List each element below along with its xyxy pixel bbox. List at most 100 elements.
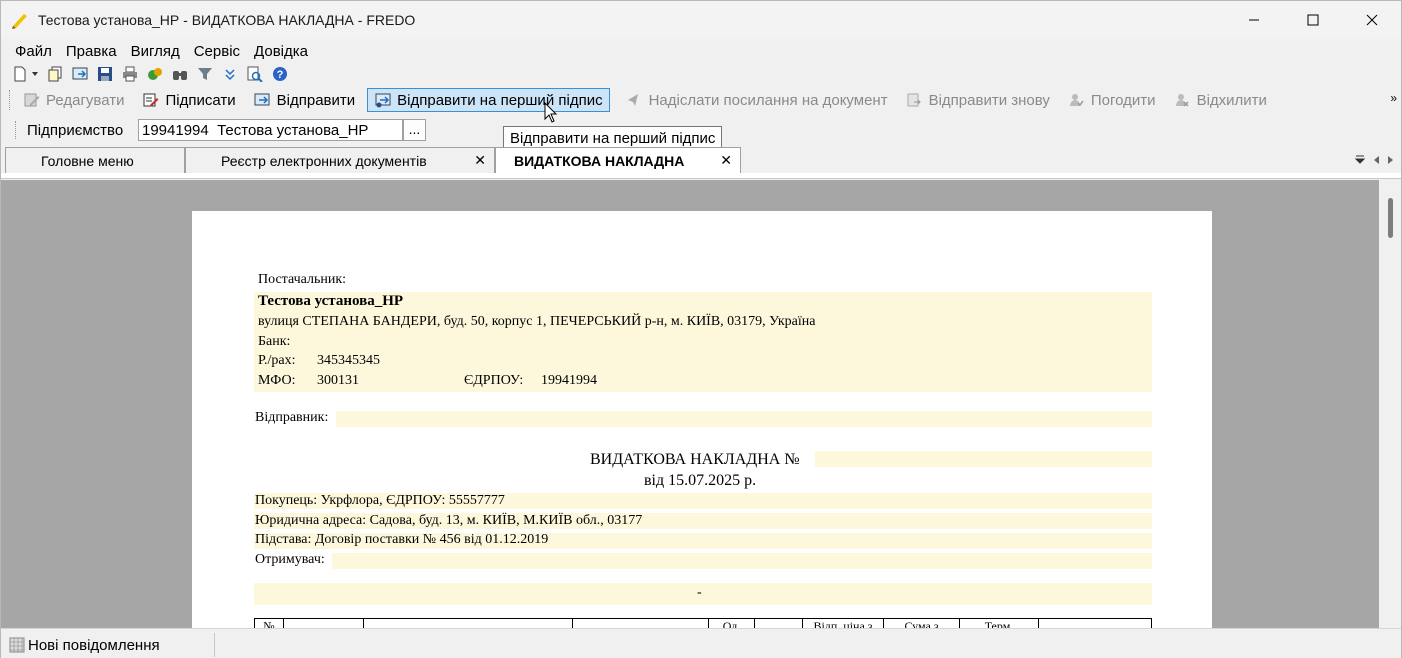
maximize-button[interactable] <box>1284 1 1342 39</box>
tab-main-menu[interactable]: Головне меню <box>5 147 185 173</box>
send-link-button[interactable]: Надіслати посилання на документ <box>620 88 894 112</box>
close-button[interactable] <box>1343 1 1401 39</box>
filter-icon[interactable] <box>196 65 214 83</box>
menu-bar: Файл Правка Вигляд Сервіс Довідка <box>1 39 1401 63</box>
send-first-sign-button-label: Відправити на перший підпис <box>397 91 603 109</box>
app-window: Тестова установа_НР - ВИДАТКОВА НАКЛАДНА… <box>0 0 1402 658</box>
menu-help[interactable]: Довідка <box>247 43 315 60</box>
new-messages-label: Нові повідомлення <box>28 636 160 654</box>
edit-icon <box>23 92 40 109</box>
vertical-scrollbar[interactable] <box>1379 180 1401 606</box>
menu-view[interactable]: Вигляд <box>124 43 187 60</box>
goods-table-header: № Од. Відп. ціна з Сума з Терм. <box>254 618 1152 628</box>
edit-button[interactable]: Редагувати <box>17 88 131 112</box>
supplier-label: Постачальник: <box>258 272 347 287</box>
preview-icon[interactable] <box>246 65 264 83</box>
copy-doc-icon[interactable] <box>46 65 64 83</box>
tab-label: Реєстр електронних документів <box>221 152 427 169</box>
toolbar-grip <box>15 121 19 139</box>
table-header-cell <box>754 619 802 628</box>
send-link-button-label: Надіслати посилання на документ <box>648 91 888 109</box>
expand-icon[interactable] <box>221 65 239 83</box>
menu-service[interactable]: Сервіс <box>187 43 247 60</box>
table-header-cell: № <box>254 619 283 628</box>
buyer-line: Покупець: Укрфлора, ЄДРПОУ: 55557777 <box>255 493 505 508</box>
status-bar: Нові повідомлення <box>1 628 1401 658</box>
enterprise-field[interactable]: 19941994 Тестова установа_НР <box>138 119 403 141</box>
close-tab-icon[interactable]: ✕ <box>474 152 486 169</box>
window-title: Тестова установа_НР - ВИДАТКОВА НАКЛАДНА… <box>38 12 416 28</box>
tab-e-docs-registry[interactable]: Реєстр електронних документів ✕ <box>185 147 495 173</box>
document-page: Постачальник: Тестова установа_НР вулиця… <box>192 211 1212 628</box>
fredo-logo-icon <box>11 11 29 29</box>
sign-icon <box>143 92 160 109</box>
minimize-button[interactable] <box>1225 1 1283 39</box>
edrpou-label: ЄДРПОУ: <box>464 373 524 388</box>
table-header-cell <box>363 619 572 628</box>
reject-button[interactable]: Відхилити <box>1168 88 1273 112</box>
open-icon[interactable] <box>71 65 89 83</box>
resend-button-label: Відправити знову <box>928 91 1050 109</box>
send-icon <box>254 92 271 109</box>
tab-scroll-left-icon[interactable] <box>1372 155 1380 168</box>
account-value: 345345345 <box>317 353 380 368</box>
sender-label: Відправник: <box>255 410 329 425</box>
tab-invoice[interactable]: ВИДАТКОВА НАКЛАДНА ✕ <box>495 147 741 174</box>
enterprise-browse-button[interactable]: ... <box>403 119 426 141</box>
reject-icon <box>1174 92 1191 109</box>
table-header-cell: Терм. <box>959 619 1038 628</box>
toolbar-grip <box>9 90 13 110</box>
export-icon[interactable] <box>146 65 164 83</box>
table-header-cell: Сума з <box>883 619 959 628</box>
dropdown-icon[interactable] <box>31 65 39 83</box>
close-tab-icon[interactable]: ✕ <box>720 152 732 169</box>
save-icon[interactable] <box>96 65 114 83</box>
send-first-sign-icon <box>374 92 391 109</box>
tab-underline <box>1 173 1401 179</box>
resend-button[interactable]: Відправити знову <box>900 88 1056 112</box>
legal-address-line: Юридична адреса: Садова, буд. 13, м. КИЇ… <box>255 513 643 528</box>
table-header-cell: Відп. ціна з <box>802 619 883 628</box>
grid-icon <box>9 637 25 653</box>
resend-icon <box>906 92 923 109</box>
new-doc-icon[interactable] <box>11 65 29 83</box>
table-header-cell <box>1038 619 1151 628</box>
scrollbar-thumb[interactable] <box>1388 198 1393 238</box>
document-date: від 15.07.2025 р. <box>644 472 757 489</box>
receiver-line: Отримувач: <box>255 552 325 567</box>
toolbar-overflow-button[interactable]: » <box>1390 91 1397 105</box>
send-button[interactable]: Відправити <box>248 88 362 112</box>
send-link-icon <box>626 92 643 109</box>
table-header-cell <box>283 619 363 628</box>
dash-highlight <box>254 583 1152 605</box>
number-highlight <box>815 451 1152 467</box>
menu-file[interactable]: Файл <box>8 43 59 60</box>
tab-list-icon[interactable] <box>1354 155 1366 168</box>
approve-icon <box>1068 92 1085 109</box>
reject-button-label: Відхилити <box>1196 91 1267 109</box>
document-title: ВИДАТКОВА НАКЛАДНА № <box>590 451 800 468</box>
edit-button-label: Редагувати <box>46 91 125 109</box>
mfo-label: МФО: <box>258 373 296 388</box>
send-first-sign-button[interactable]: Відправити на перший підпис <box>367 88 610 112</box>
menu-edit[interactable]: Правка <box>59 43 124 60</box>
tab-scroll-right-icon[interactable] <box>1387 155 1395 168</box>
help-icon[interactable]: ? <box>271 65 289 83</box>
receiver-highlight <box>332 553 1152 569</box>
find-icon[interactable] <box>171 65 189 83</box>
approve-button[interactable]: Погодити <box>1062 88 1162 112</box>
approve-button-label: Погодити <box>1090 91 1156 109</box>
account-label: Р./рах: <box>258 353 296 368</box>
tab-bar: Головне меню Реєстр електронних документ… <box>1 147 1401 174</box>
sign-button-label: Підписати <box>165 91 236 109</box>
table-header-cell <box>572 619 708 628</box>
new-messages-panel[interactable]: Нові повідомлення <box>9 633 215 657</box>
document-viewer[interactable]: Постачальник: Тестова установа_НР вулиця… <box>1 180 1379 628</box>
bank-label: Банк: <box>258 334 291 349</box>
edrpou-value: 19941994 <box>541 373 597 388</box>
sign-button[interactable]: Підписати <box>137 88 242 112</box>
title-bar[interactable]: Тестова установа_НР - ВИДАТКОВА НАКЛАДНА… <box>1 1 1401 39</box>
svg-text:?: ? <box>277 69 284 81</box>
print-icon[interactable] <box>121 65 139 83</box>
enterprise-name: Тестова установа_НР <box>217 122 369 139</box>
